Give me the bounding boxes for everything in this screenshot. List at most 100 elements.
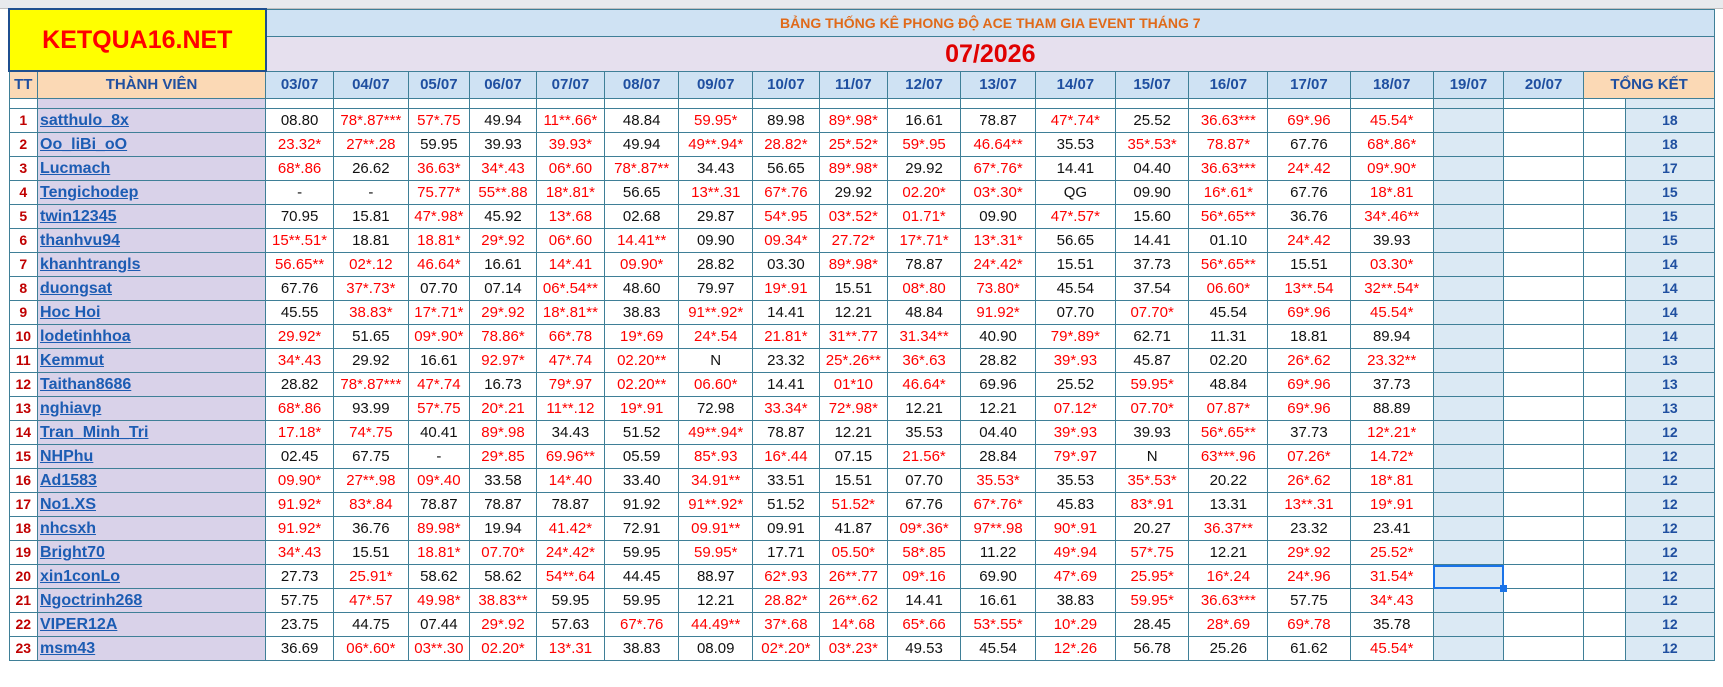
- member-link[interactable]: Tengichodep: [36, 180, 267, 205]
- result-cell[interactable]: 56.78: [1114, 636, 1190, 661]
- result-cell[interactable]: 14.41: [1034, 156, 1116, 181]
- result-cell[interactable]: 34.43: [678, 156, 753, 181]
- result-cell[interactable]: 37.73: [1349, 372, 1434, 397]
- result-cell[interactable]: N: [1114, 444, 1190, 469]
- result-cell[interactable]: 51.65: [333, 324, 409, 349]
- empty-cell-1907[interactable]: [1432, 228, 1505, 253]
- result-cell[interactable]: 91**.92*: [678, 492, 753, 517]
- result-cell[interactable]: 57*.75: [1114, 540, 1190, 565]
- result-cell[interactable]: 13**.31: [1267, 492, 1351, 517]
- result-cell[interactable]: 38.83: [1034, 588, 1116, 613]
- result-cell[interactable]: 14.41: [751, 300, 820, 325]
- result-cell[interactable]: 58.62: [407, 564, 471, 589]
- member-link[interactable]: Hoc Hoi: [36, 300, 267, 325]
- empty-cell-1907[interactable]: [1432, 132, 1505, 157]
- brand-logo[interactable]: KETQUA16.NET: [8, 8, 267, 72]
- result-cell[interactable]: 45.54*: [1349, 300, 1434, 325]
- result-cell[interactable]: 35.78: [1349, 612, 1434, 637]
- result-cell[interactable]: 12.21: [960, 396, 1036, 421]
- result-cell[interactable]: 35.53*: [960, 468, 1036, 493]
- result-cell[interactable]: 67*.76*: [960, 156, 1036, 181]
- result-cell[interactable]: 56.65: [1034, 228, 1116, 253]
- result-cell[interactable]: 37.54: [1114, 276, 1190, 301]
- empty-cell-1907[interactable]: [1432, 300, 1505, 325]
- result-cell[interactable]: 11.22: [960, 540, 1036, 565]
- empty-cell-1907[interactable]: [1432, 156, 1505, 181]
- result-cell[interactable]: 57.75: [1267, 588, 1351, 613]
- result-cell[interactable]: 15.51: [1034, 252, 1116, 277]
- result-cell[interactable]: 40.41: [407, 420, 471, 445]
- member-link[interactable]: VIPER12A: [36, 612, 267, 637]
- result-cell[interactable]: 51.52: [751, 492, 820, 517]
- result-cell[interactable]: 90*.91: [1034, 516, 1116, 541]
- result-cell[interactable]: 88.97: [678, 564, 753, 589]
- result-cell[interactable]: 78.87: [960, 108, 1036, 133]
- empty-cell[interactable]: [1583, 204, 1626, 229]
- member-link[interactable]: xin1conLo: [36, 564, 267, 589]
- row-number[interactable]: 9: [8, 300, 38, 325]
- result-cell[interactable]: 07.12*: [1034, 396, 1116, 421]
- row-number[interactable]: 4: [8, 180, 38, 205]
- empty-cell-2007[interactable]: [1503, 396, 1585, 421]
- result-cell[interactable]: 35*.53*: [1114, 468, 1190, 493]
- result-cell[interactable]: 83*.84: [333, 492, 409, 517]
- total-cell[interactable]: 17: [1624, 156, 1716, 181]
- empty-cell-2007[interactable]: [1503, 540, 1585, 565]
- empty-cell[interactable]: [1583, 276, 1626, 301]
- empty-cell[interactable]: [1583, 396, 1626, 421]
- result-cell[interactable]: 69.90: [960, 564, 1036, 589]
- result-cell[interactable]: 67.76: [265, 276, 335, 301]
- result-cell[interactable]: 03*.30*: [960, 180, 1036, 205]
- result-cell[interactable]: 91**.92*: [678, 300, 753, 325]
- result-cell[interactable]: 45.83: [1034, 492, 1116, 517]
- empty-cell[interactable]: [1583, 540, 1626, 565]
- result-cell[interactable]: 69*.96: [1267, 396, 1351, 421]
- result-cell[interactable]: 24*.54: [678, 324, 753, 349]
- empty-cell-2007[interactable]: [1503, 516, 1585, 541]
- result-cell[interactable]: 59.95*: [678, 540, 753, 565]
- result-cell[interactable]: 35.53: [1034, 468, 1116, 493]
- result-cell[interactable]: 07.87*: [1188, 396, 1269, 421]
- result-cell[interactable]: 04.40: [960, 420, 1036, 445]
- member-link[interactable]: thanhvu94: [36, 228, 267, 253]
- empty-cell-2007[interactable]: [1503, 132, 1585, 157]
- empty-cell[interactable]: [1583, 516, 1626, 541]
- result-cell[interactable]: 16.73: [469, 372, 537, 397]
- result-cell[interactable]: 41.42*: [535, 516, 605, 541]
- empty-cell-1907[interactable]: [1432, 492, 1505, 517]
- empty-cell[interactable]: [1583, 180, 1626, 205]
- result-cell[interactable]: 91.92*: [265, 492, 335, 517]
- result-cell[interactable]: 89*.98*: [818, 156, 888, 181]
- total-cell[interactable]: 12: [1624, 444, 1716, 469]
- result-cell[interactable]: 14.41: [1114, 228, 1190, 253]
- result-cell[interactable]: 25.52*: [1349, 540, 1434, 565]
- member-link[interactable]: Ngoctrinh268: [36, 588, 267, 613]
- result-cell[interactable]: 45.54: [960, 636, 1036, 661]
- result-cell[interactable]: 47*.57*: [1034, 204, 1116, 229]
- member-link[interactable]: No1.XS: [36, 492, 267, 517]
- result-cell[interactable]: 69*.96: [1267, 300, 1351, 325]
- result-cell[interactable]: 20.27: [1114, 516, 1190, 541]
- result-cell[interactable]: N: [678, 348, 753, 373]
- result-cell[interactable]: 12.21: [886, 396, 962, 421]
- empty-cell[interactable]: [1583, 300, 1626, 325]
- result-cell[interactable]: 68*.86: [265, 156, 335, 181]
- result-cell[interactable]: -: [265, 180, 335, 205]
- result-cell[interactable]: 11**.66*: [535, 108, 605, 133]
- member-link[interactable]: Ad1583: [36, 468, 267, 493]
- result-cell[interactable]: 20*.21: [469, 396, 537, 421]
- header-date[interactable]: 04/07: [333, 70, 409, 99]
- empty-cell[interactable]: [1583, 252, 1626, 277]
- result-cell[interactable]: 59.95: [407, 132, 471, 157]
- result-cell[interactable]: 89*.98: [469, 420, 537, 445]
- result-cell[interactable]: 35.53: [1034, 132, 1116, 157]
- result-cell[interactable]: 37*.73*: [333, 276, 409, 301]
- result-cell[interactable]: 93.99: [333, 396, 409, 421]
- result-cell[interactable]: 23.41: [1349, 516, 1434, 541]
- empty-cell-2007[interactable]: [1503, 636, 1585, 661]
- row-number[interactable]: 20: [8, 564, 38, 589]
- empty-cell-2007[interactable]: [1503, 228, 1585, 253]
- result-cell[interactable]: 57*.75: [407, 396, 471, 421]
- result-cell[interactable]: 31.54*: [1349, 564, 1434, 589]
- result-cell[interactable]: 49.53: [886, 636, 962, 661]
